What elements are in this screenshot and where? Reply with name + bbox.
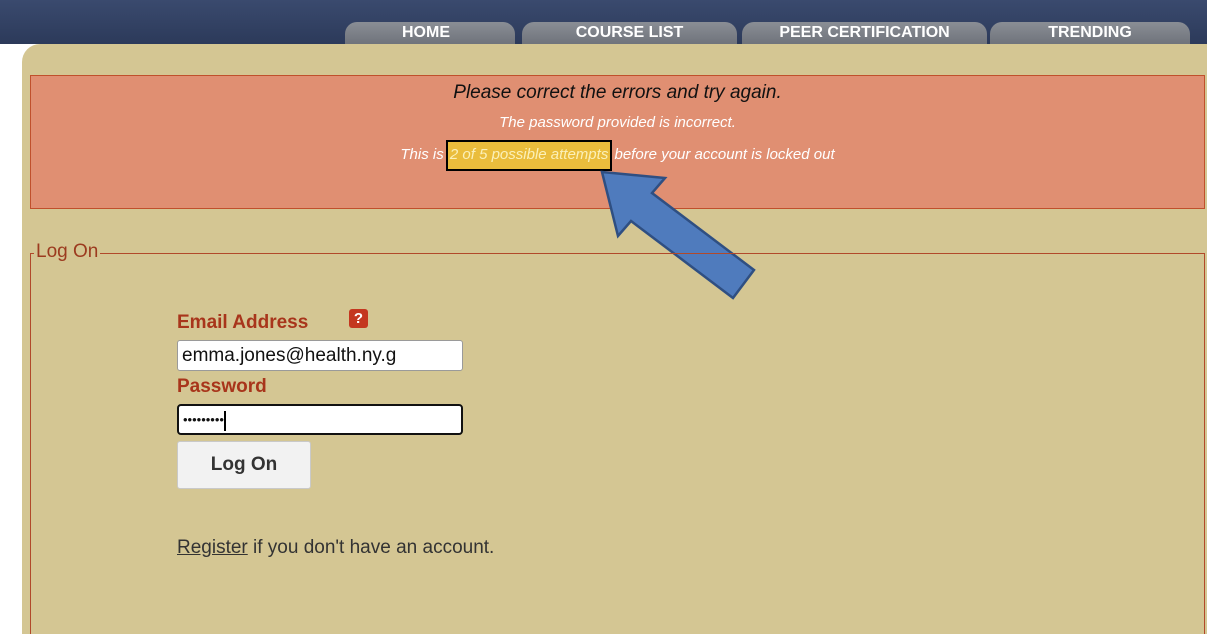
register-prompt: Register if you don't have an account. [177, 537, 494, 559]
error-attempts-prefix: This is [400, 146, 448, 163]
text-caret [223, 410, 226, 431]
password-label: Password [177, 376, 267, 397]
tab-trending-label: TRENDING [1048, 24, 1132, 41]
tab-peer-certification[interactable]: PEER CERTIFICATION [742, 22, 987, 44]
log-on-button[interactable]: Log On [177, 441, 311, 489]
top-nav-bar: HOME COURSE LIST PEER CERTIFICATION TREN… [0, 0, 1207, 44]
password-masked-value: ••••••••• [183, 412, 224, 427]
logon-legend: Log On [34, 241, 101, 263]
tab-home[interactable]: HOME [345, 22, 515, 44]
error-password-incorrect: The password provided is incorrect. [499, 114, 736, 131]
tab-course-list-label: COURSE LIST [575, 24, 684, 41]
page: HOME COURSE LIST PEER CERTIFICATION TREN… [0, 0, 1207, 634]
question-mark-icon[interactable]: ? [349, 309, 368, 328]
register-suffix: if you don't have an account. [247, 537, 495, 558]
tab-trending[interactable]: TRENDING [990, 22, 1190, 44]
password-field[interactable]: ••••••••• [177, 404, 463, 435]
tab-course-list[interactable]: COURSE LIST [522, 22, 737, 44]
error-title: Please correct the errors and try again. [453, 82, 782, 103]
email-label: Email Address [177, 312, 309, 333]
register-link[interactable]: Register [177, 537, 248, 558]
email-field[interactable] [177, 340, 463, 371]
tab-home-label: HOME [402, 24, 450, 41]
content-corner [0, 44, 22, 634]
tab-peer-certification-label: PEER CERTIFICATION [779, 24, 950, 41]
attempts-highlight: 2 of 5 possible attempts [445, 140, 613, 171]
